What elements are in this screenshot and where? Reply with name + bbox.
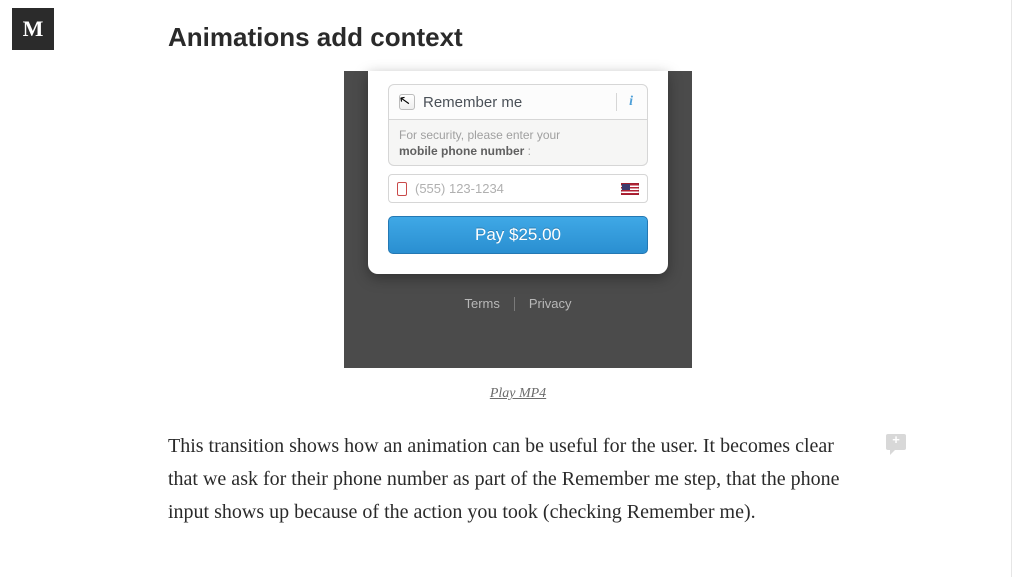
phone-placeholder: (555) 123-1234: [415, 181, 613, 196]
security-prefix: For security, please enter your: [399, 128, 560, 142]
vertical-divider: [1011, 0, 1012, 577]
body-paragraph: This transition shows how an animation c…: [168, 430, 868, 529]
logo-letter: M: [23, 16, 44, 42]
pay-button-label: Pay $25.00: [475, 225, 561, 245]
divider: [514, 297, 515, 311]
divider: [616, 93, 617, 111]
play-mp4-link[interactable]: Play MP4: [490, 386, 546, 401]
security-message: For security, please enter your mobile p…: [388, 120, 648, 166]
flag-icon[interactable]: [621, 183, 639, 195]
security-bold: mobile phone number: [399, 144, 524, 158]
remember-me-row[interactable]: ↖ Remember me i: [388, 84, 648, 120]
figure-footer-links: Terms Privacy: [464, 296, 571, 311]
payment-card: ↖ Remember me i For security, please ent…: [368, 71, 668, 274]
phone-icon: [397, 182, 407, 196]
paragraph-wrap: This transition shows how an animation c…: [168, 430, 868, 529]
figure-container: ↖ Remember me i For security, please ent…: [344, 71, 692, 402]
info-icon[interactable]: i: [625, 94, 637, 110]
security-text: For security, please enter your mobile p…: [399, 128, 637, 159]
security-suffix: :: [524, 144, 531, 158]
remember-label: Remember me: [423, 94, 522, 111]
remember-checkbox[interactable]: [399, 94, 415, 110]
section-heading: Animations add context: [168, 22, 868, 53]
article-body: Animations add context ↖ Remember me i F…: [168, 22, 868, 529]
figure-caption: Play MP4: [344, 384, 692, 402]
privacy-link[interactable]: Privacy: [529, 296, 572, 311]
terms-link[interactable]: Terms: [464, 296, 499, 311]
comment-icon[interactable]: [886, 434, 906, 450]
phone-input-row[interactable]: (555) 123-1234: [388, 174, 648, 203]
site-logo[interactable]: M: [12, 8, 54, 50]
embedded-figure: ↖ Remember me i For security, please ent…: [344, 71, 692, 368]
pay-button[interactable]: Pay $25.00: [388, 216, 648, 254]
